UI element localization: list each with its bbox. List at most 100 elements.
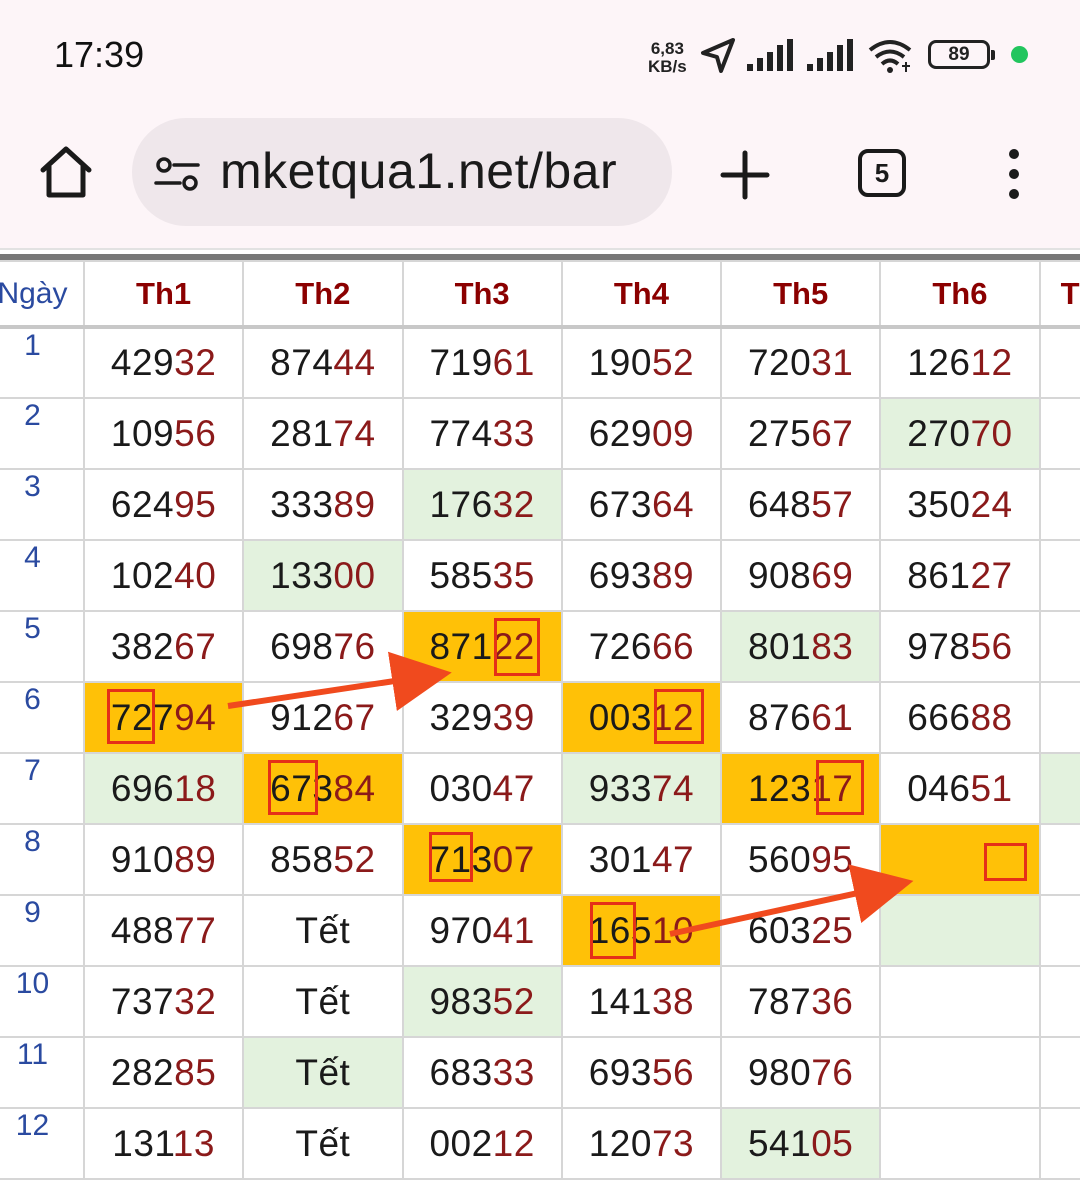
result-head-digits: 970 [429, 909, 493, 951]
result-head-digits: 329 [429, 696, 493, 738]
day-number: 2 [0, 397, 85, 470]
result-cell: 72666 [560, 610, 723, 683]
result-tail-digits: 69 [811, 554, 854, 596]
result-head-digits: 874 [270, 342, 334, 383]
result-cell: 04651 [879, 752, 1041, 825]
result-tail-digits: 00 [333, 554, 376, 596]
result-cell-cutoff [1038, 823, 1080, 896]
result-tail-digits: 56 [970, 625, 1013, 667]
result-cell: 12612 [879, 326, 1041, 399]
day-number: 11 [0, 1036, 85, 1109]
result-head-digits: 908 [747, 554, 812, 596]
address-bar[interactable]: mketqua1.net/bar [132, 118, 672, 226]
result-head-digits: 131 [112, 1122, 173, 1164]
result-cell: 12317 [720, 752, 882, 825]
result-head-digits: 333 [270, 483, 334, 525]
plus-icon[interactable] [718, 148, 772, 202]
result-cell: 32939 [401, 681, 563, 754]
result-tail-digits: 74 [651, 767, 695, 809]
signal-icon [747, 39, 793, 71]
result-tail-digits: 88 [970, 696, 1013, 738]
result-tail-digits: 09 [651, 412, 695, 454]
more-vert-icon[interactable] [1000, 146, 1028, 202]
url-text[interactable]: mketqua1.net/bar [220, 142, 617, 200]
result-cell: 42932 [82, 326, 245, 399]
result-tail-digits: 85 [174, 1051, 217, 1093]
result-tail-digits: 07 [492, 838, 535, 880]
header-th2: Th2 [242, 260, 404, 329]
result-tail-digits: 31 [811, 342, 854, 383]
result-cell: 87661 [720, 681, 882, 754]
status-time: 17:39 [54, 34, 145, 75]
result-cell: 12073 [560, 1107, 723, 1180]
result-head-digits: 693 [588, 554, 652, 596]
result-tail-digits: 95 [811, 838, 854, 880]
privacy-indicator-icon [1011, 46, 1028, 63]
result-head-digits: 282 [110, 1051, 175, 1093]
home-icon[interactable] [38, 144, 94, 200]
wifi-icon [868, 40, 912, 73]
result-cell-cutoff [1038, 468, 1080, 541]
day-number: 4 [0, 539, 85, 612]
result-tail-digits: 47 [492, 767, 535, 809]
result-tail-digits: 94 [174, 696, 217, 738]
result-cell: 10240 [82, 539, 245, 612]
result-head-digits: 912 [270, 696, 334, 738]
result-tail-digits: 89 [174, 838, 217, 880]
result-head-digits: 861 [907, 554, 971, 596]
result-tail-digits: 35 [492, 554, 535, 596]
result-tail-digits: 52 [651, 342, 695, 383]
result-head-digits: 176 [429, 483, 493, 525]
result-cell: 91267 [242, 681, 404, 754]
header-th6: Th6 [879, 260, 1041, 329]
result-cell: 80183 [720, 610, 882, 683]
status-bar: 17:39 6,83 KB/s 89 [0, 0, 1080, 108]
day-number: 12 [0, 1107, 85, 1180]
result-head-digits: 560 [747, 838, 812, 880]
result-head-digits: 585 [429, 554, 493, 596]
result-tail-digits: 74 [333, 412, 376, 454]
header-th1: Th1 [82, 260, 245, 329]
table-header-row: Ngày Th1 Th2 Th3 Th4 Th5 Th6 T [0, 260, 1080, 329]
result-tail-digits: 64 [651, 483, 695, 525]
result-tail-digits: 67 [811, 412, 854, 454]
result-cell: 69618 [82, 752, 245, 825]
result-cell-cutoff [1038, 326, 1080, 399]
result-head-digits: 350 [907, 483, 971, 525]
result-cell: 10956 [82, 397, 245, 470]
result-tail-digits: 52 [492, 980, 535, 1022]
result-head-digits: 713 [429, 838, 493, 880]
result-head-digits: 629 [588, 412, 652, 454]
result-tail-digits: 36 [811, 980, 854, 1022]
result-cell: 91089 [82, 823, 245, 896]
result-tail-digits: 52 [333, 838, 376, 880]
table-row: 2 10956 28174 77433 62909 27567 27070 [0, 397, 1080, 470]
result-tail-digits: 25 [811, 909, 854, 951]
result-head-digits: 801 [747, 625, 812, 667]
result-tail-digits: 76 [333, 625, 376, 667]
tabs-icon[interactable]: 5 [858, 149, 906, 197]
result-head-digits: 737 [110, 980, 175, 1022]
result-head-digits: 876 [747, 696, 812, 738]
result-cell: 85852 [242, 823, 404, 896]
result-tail-digits: 12 [970, 342, 1013, 383]
result-cell: 71961 [401, 326, 563, 399]
result-cell: 98352 [401, 965, 563, 1038]
result-tail-digits: 84 [333, 767, 376, 809]
result-cell: 72794 [82, 681, 245, 754]
result-cell: Tết [242, 1107, 404, 1180]
result-head-digits: 978 [907, 625, 971, 667]
result-tail-digits: 73 [651, 1122, 695, 1164]
result-tail-digits: 67 [174, 625, 217, 667]
result-cell: 30147 [560, 823, 723, 896]
site-info-icon[interactable] [154, 156, 200, 192]
results-table-container[interactable]: Ngày Th1 Th2 Th3 Th4 Th5 Th6 T 1 42932 874… [0, 260, 1080, 1180]
result-cell: 78736 [720, 965, 882, 1038]
table-row: 9 48877 Tết 97041 16510 60325 [0, 894, 1080, 967]
location-arrow-icon [701, 38, 735, 73]
result-head-digits: 698 [270, 625, 334, 667]
result-tail-digits: 12 [651, 696, 695, 738]
result-cell [879, 1107, 1041, 1180]
result-tail-digits: 17 [811, 767, 854, 809]
result-head-digits: 787 [747, 980, 812, 1022]
